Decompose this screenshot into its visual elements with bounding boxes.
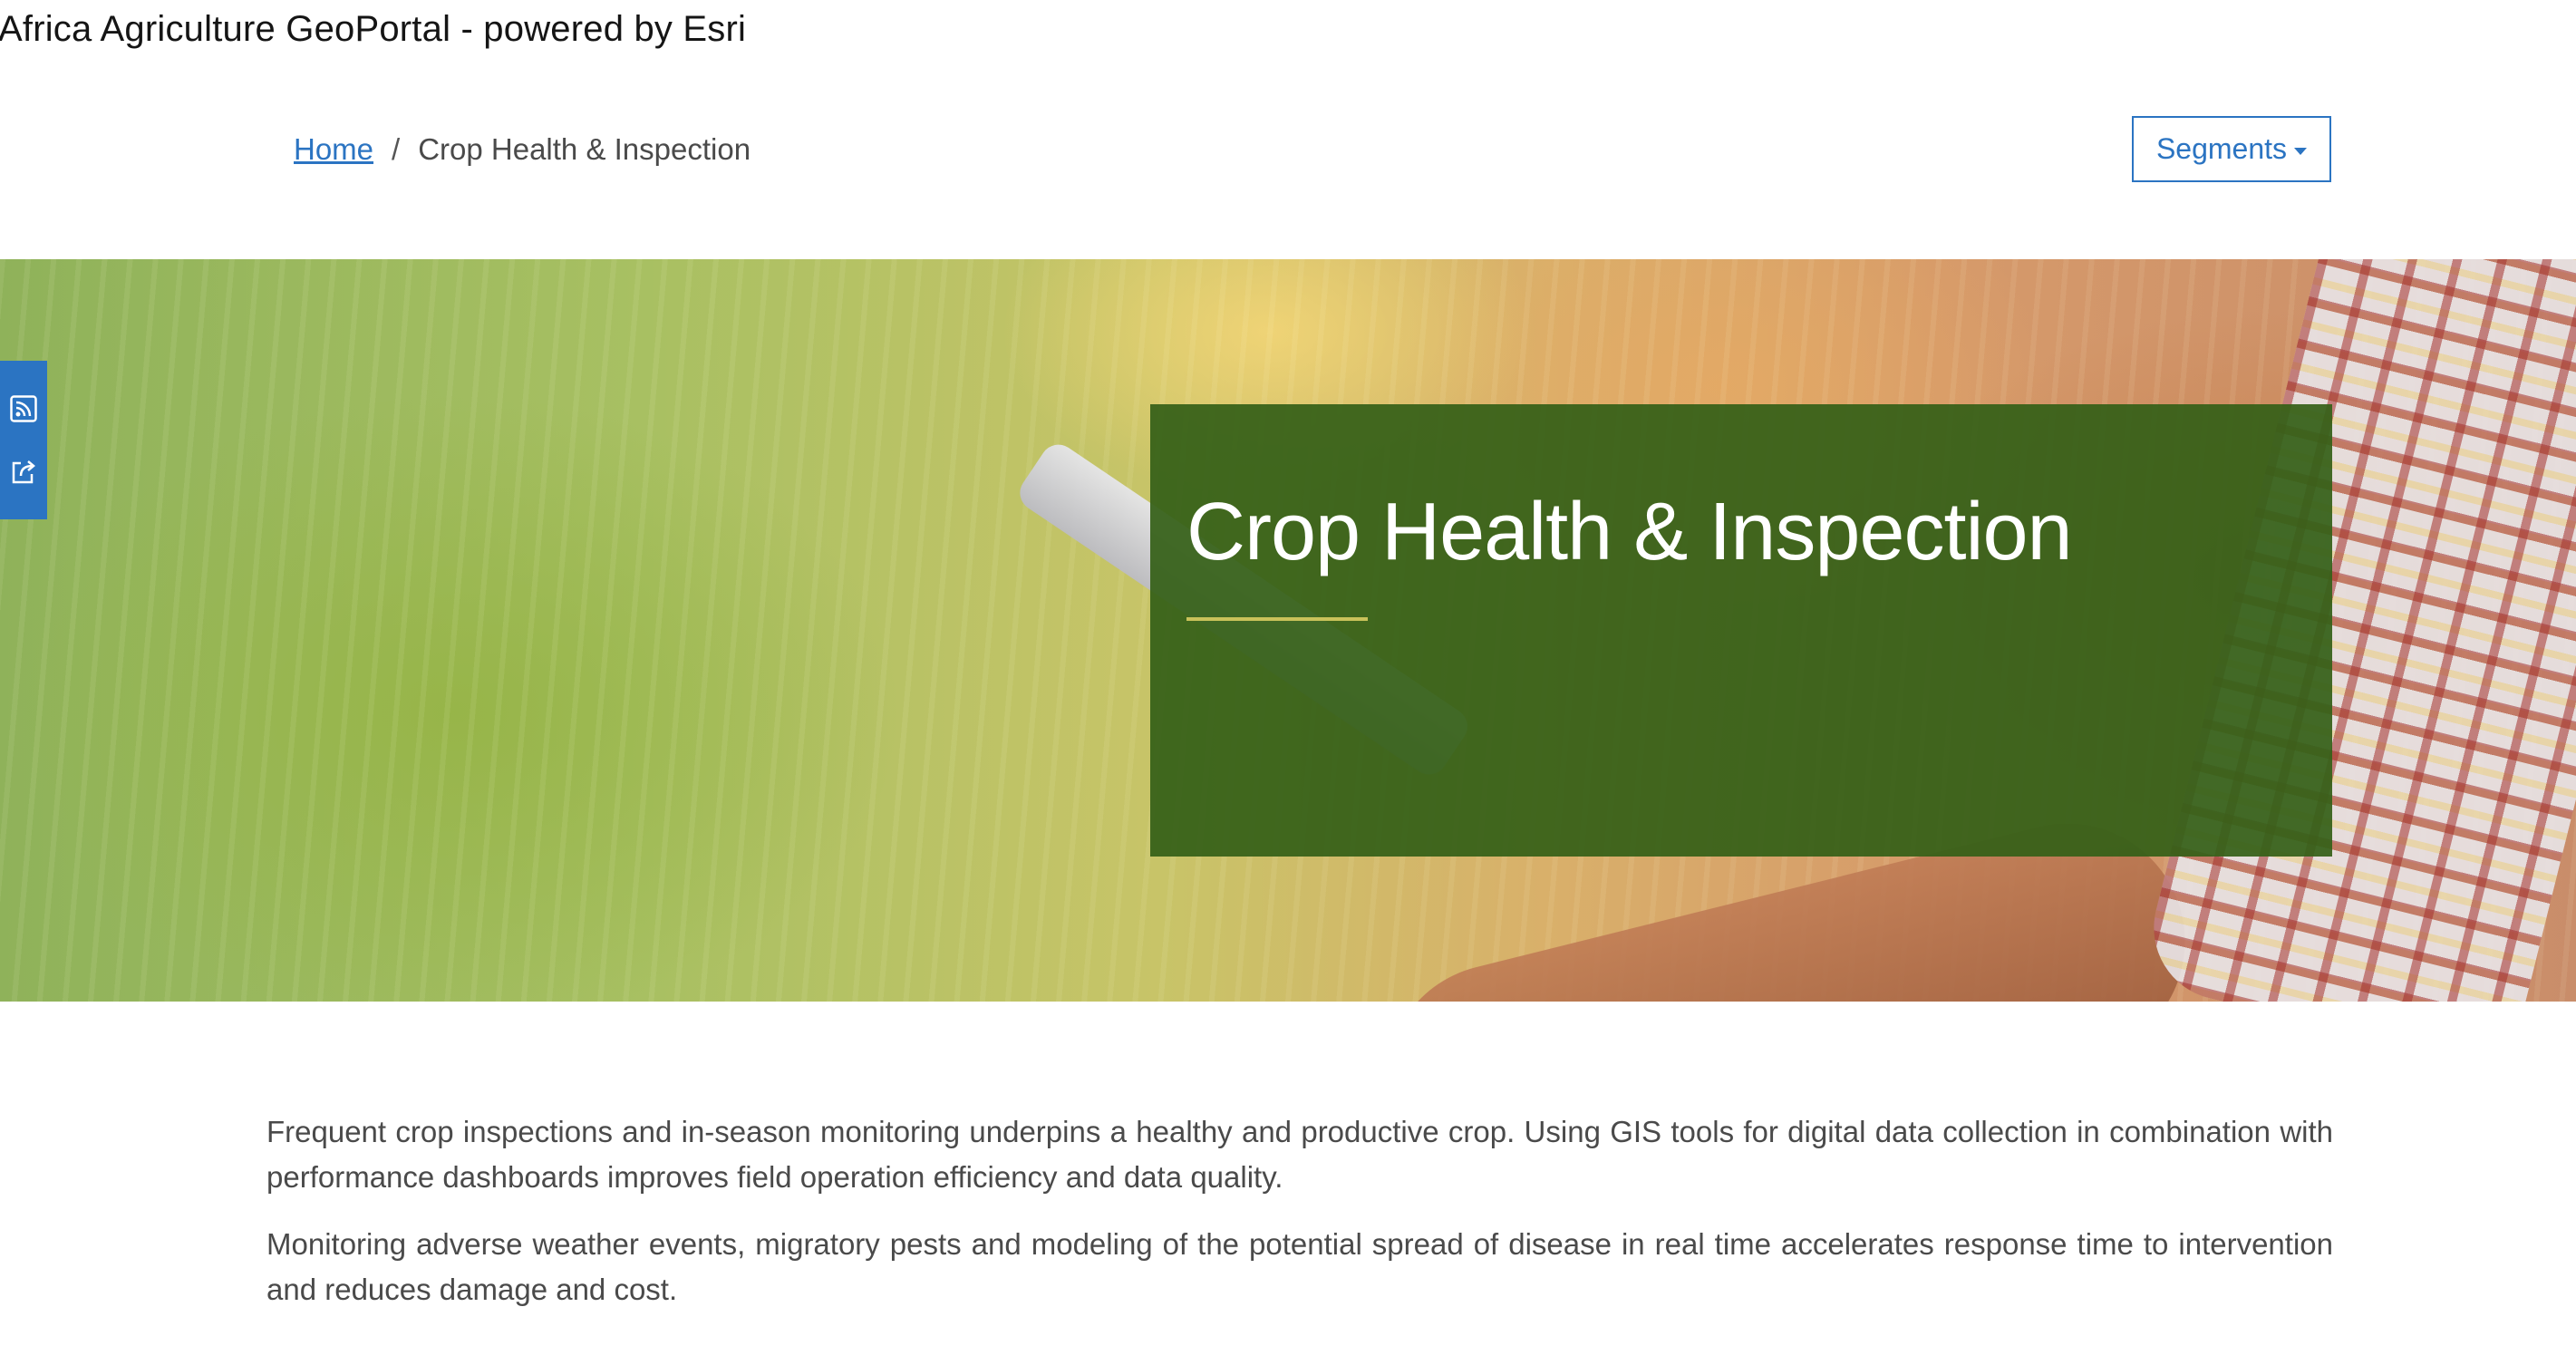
segments-dropdown-button[interactable]: Segments xyxy=(2132,116,2331,182)
page: Africa Agriculture GeoPortal - powered b… xyxy=(0,0,2576,1365)
caret-down-icon xyxy=(2294,147,2308,155)
rss-icon[interactable] xyxy=(8,393,39,424)
page-title: Crop Health & Inspection xyxy=(1186,487,2073,577)
intro-content: Frequent crop inspections and in-season … xyxy=(266,1109,2333,1334)
share-icon[interactable] xyxy=(8,456,39,487)
breadcrumb-separator: / xyxy=(392,132,401,166)
intro-paragraph: Monitoring adverse weather events, migra… xyxy=(266,1227,2333,1306)
breadcrumb-current: Crop Health & Inspection xyxy=(418,132,751,166)
segments-button-label: Segments xyxy=(2155,132,2288,165)
breadcrumb: Home / Crop Health & Inspection xyxy=(294,132,751,167)
side-share-bar xyxy=(0,361,47,519)
hero-title-card: Crop Health & Inspection xyxy=(1150,404,2332,857)
title-underline-divider xyxy=(1186,617,1368,621)
intro-paragraph: Frequent crop inspections and in-season … xyxy=(266,1115,2333,1194)
site-title[interactable]: Africa Agriculture GeoPortal - powered b… xyxy=(0,9,746,50)
breadcrumb-home-link[interactable]: Home xyxy=(294,132,373,167)
